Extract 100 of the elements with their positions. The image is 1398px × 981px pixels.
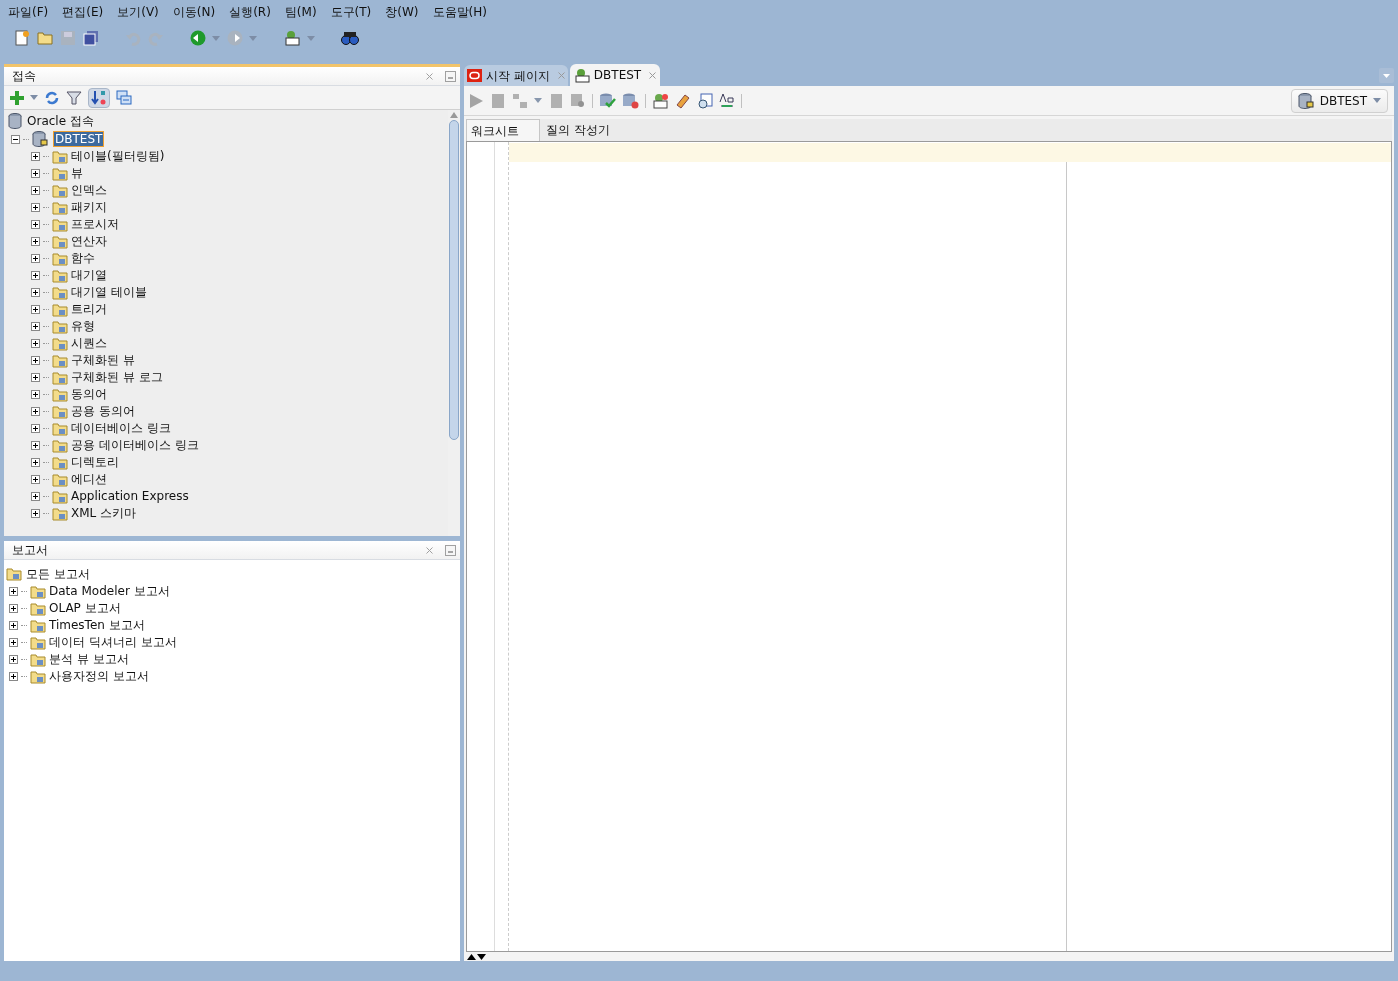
expand-icon[interactable] — [31, 390, 40, 399]
expand-icon[interactable] — [31, 424, 40, 433]
tree-item[interactable]: 유형 — [71, 319, 95, 334]
tree-item[interactable]: 사용자정의 보고서 — [49, 669, 149, 684]
editor-tab[interactable]: DBTEST — [569, 64, 661, 86]
menu-item[interactable]: 도움말(H) — [432, 3, 487, 21]
sql-icon[interactable] — [652, 92, 669, 109]
menu-item[interactable]: 편집(E) — [62, 3, 104, 21]
tree-item[interactable]: 연산자 — [71, 234, 107, 249]
tree-item[interactable]: 분석 뷰 보고서 — [49, 652, 129, 667]
new-file-icon[interactable] — [14, 30, 30, 46]
menu-item[interactable]: 이동(N) — [172, 3, 216, 21]
expand-icon[interactable] — [31, 441, 40, 450]
filter-icon[interactable] — [66, 89, 82, 106]
plus-icon[interactable] — [10, 90, 24, 105]
menu-item[interactable]: 보기(V) — [117, 3, 159, 21]
expand-icon[interactable] — [9, 604, 18, 613]
expand-icon[interactable] — [9, 672, 18, 681]
up-arrow-icon[interactable] — [467, 953, 476, 960]
expand-icon[interactable] — [31, 288, 40, 297]
tree-item[interactable]: 공용 동의어 — [71, 404, 135, 419]
expand-icon[interactable] — [31, 492, 40, 501]
tree-item[interactable]: OLAP 보고서 — [49, 601, 121, 616]
connection-selector[interactable]: DBTEST — [1290, 88, 1388, 113]
tree-item[interactable]: XML 스키마 — [71, 506, 137, 521]
sql-worksheet-icon[interactable] — [283, 30, 301, 46]
menu-item[interactable]: 파일(F) — [8, 3, 49, 21]
tree-item[interactable]: 데이터베이스 링크 — [71, 421, 171, 436]
refresh-icon[interactable] — [44, 89, 60, 106]
expand-icon[interactable] — [31, 356, 40, 365]
editor-tab[interactable]: 시작 페이지 — [464, 65, 568, 86]
minimize-icon[interactable] — [445, 544, 456, 556]
folder-icon — [52, 234, 68, 249]
expand-icon[interactable] — [31, 169, 40, 178]
worksheet-tab[interactable]: 워크시트 — [466, 119, 540, 141]
save-all-icon[interactable] — [83, 30, 99, 46]
tree-item[interactable]: 프로시저 — [71, 217, 119, 232]
expand-icon[interactable] — [31, 407, 40, 416]
expand-icon[interactable] — [31, 237, 40, 246]
tree-item[interactable]: Data Modeler 보고서 — [49, 584, 170, 599]
expand-icon[interactable] — [9, 587, 18, 596]
tree-item[interactable]: 함수 — [71, 251, 95, 266]
menu-item[interactable]: 실행(R) — [229, 3, 271, 21]
expand-icon[interactable] — [9, 621, 18, 630]
worksheet-tab[interactable]: 질의 작성기 — [540, 119, 616, 141]
tree-item[interactable]: 대기열 — [71, 268, 107, 283]
caret-icon[interactable] — [534, 98, 542, 103]
tree-item[interactable]: 공용 데이터베이스 링크 — [71, 438, 199, 453]
menu-item[interactable]: 도구(T) — [330, 3, 372, 21]
expand-icon[interactable] — [31, 339, 40, 348]
tree-item[interactable]: Application Express — [71, 489, 189, 504]
close-icon[interactable] — [649, 71, 657, 79]
expand-icon[interactable] — [31, 271, 40, 280]
menu-item[interactable]: 창(W) — [385, 3, 419, 21]
tree-item[interactable]: 디렉토리 — [71, 455, 119, 470]
folder-icon — [52, 217, 68, 232]
expand-icon[interactable] — [31, 203, 40, 212]
expand-icon[interactable] — [31, 322, 40, 331]
eraser-icon[interactable] — [675, 92, 691, 109]
tree-item[interactable]: 구체화된 뷰 — [71, 353, 135, 368]
menu-item[interactable]: 팀(M) — [284, 3, 317, 21]
folder-icon — [52, 472, 68, 487]
rollback-icon[interactable] — [622, 92, 639, 109]
text-case-icon[interactable] — [719, 92, 735, 109]
expand-icon[interactable] — [31, 152, 40, 161]
expand-icon[interactable] — [31, 373, 40, 382]
expand-icon[interactable] — [31, 254, 40, 263]
collapse-all-icon[interactable] — [116, 89, 132, 106]
tree-item[interactable]: 대기열 테이블 — [71, 285, 147, 300]
expand-icon[interactable] — [31, 186, 40, 195]
tree-item[interactable]: 트리거 — [71, 302, 107, 317]
tree-item[interactable]: 시퀀스 — [71, 336, 107, 351]
down-arrow-icon[interactable] — [477, 953, 486, 960]
database-icon — [32, 131, 48, 147]
tree-item[interactable]: 테이블(필터링됨) — [71, 149, 165, 164]
expand-icon[interactable] — [31, 509, 40, 518]
commit-icon[interactable] — [599, 92, 616, 109]
tree-item[interactable]: 구체화된 뷰 로그 — [71, 370, 163, 385]
tree-item[interactable]: TimesTen 보고서 — [49, 618, 145, 633]
tree-item[interactable]: 패키지 — [71, 200, 107, 215]
caret-icon[interactable] — [1373, 98, 1381, 103]
expand-icon[interactable] — [31, 305, 40, 314]
tree-item[interactable]: 뷰 — [71, 166, 83, 181]
schema-browser-button[interactable] — [88, 87, 110, 108]
binoculars-icon[interactable] — [341, 30, 359, 46]
caret-icon[interactable] — [30, 95, 38, 100]
collapse-icon[interactable] — [11, 134, 20, 144]
tree-item[interactable]: Oracle 접속 — [27, 112, 94, 130]
tree-item[interactable]: 동의어 — [71, 387, 107, 402]
expand-icon[interactable] — [31, 220, 40, 229]
expand-icon[interactable] — [9, 638, 18, 647]
tree-item[interactable]: DBTEST — [53, 131, 105, 147]
tree-item[interactable]: 에디션 — [71, 472, 107, 487]
tree-item[interactable]: 모든 보고서 — [26, 565, 90, 583]
expand-icon[interactable] — [9, 655, 18, 664]
minimize-icon[interactable] — [445, 70, 456, 82]
expand-icon[interactable] — [31, 475, 40, 484]
tree-item[interactable]: 데이터 딕셔너리 보고서 — [49, 635, 177, 650]
tree-item[interactable]: 인덱스 — [71, 183, 107, 198]
expand-icon[interactable] — [31, 458, 40, 467]
